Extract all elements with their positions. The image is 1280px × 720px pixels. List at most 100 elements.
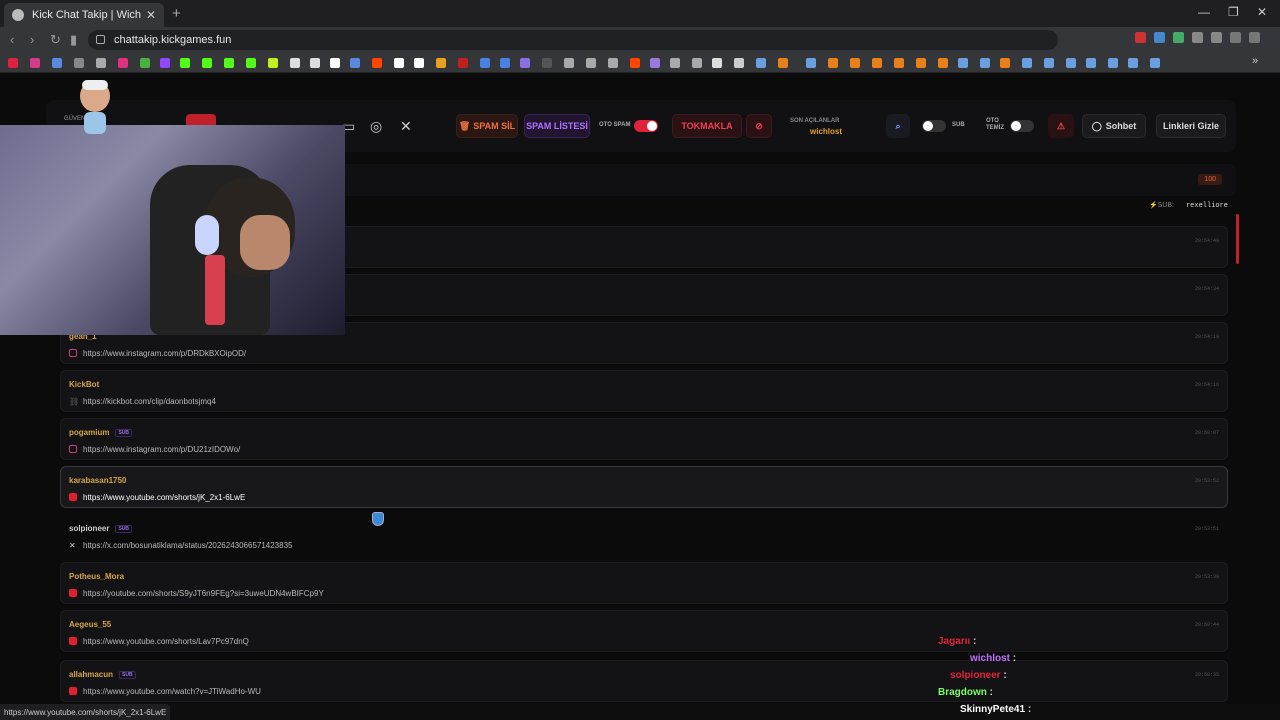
linkleri-gizle-button[interactable]: Linkleri Gizle [1156, 114, 1226, 138]
message-link[interactable]: https://x.com/bosunatiklama/status/20262… [83, 541, 292, 550]
bookmark-icon[interactable] [564, 58, 574, 68]
forward-icon[interactable]: › [30, 32, 34, 47]
bookmark-icon[interactable] [712, 58, 722, 68]
ublock-icon[interactable] [1135, 32, 1146, 43]
bookmark-icon[interactable] [160, 58, 170, 68]
message-link[interactable]: https://youtube.com/shorts/S9yJT6n9FEg?s… [83, 589, 324, 598]
bookmark-icon[interactable] [480, 58, 490, 68]
bookmark-icon[interactable] [828, 58, 838, 68]
bookmark-icon[interactable] [436, 58, 446, 68]
steam-icon[interactable] [980, 58, 990, 68]
message-username[interactable]: solpioneer SUB [69, 524, 133, 533]
steam-icon[interactable] [1086, 58, 1096, 68]
steam-icon[interactable] [1022, 58, 1032, 68]
message-username[interactable]: Aegeus_55 [69, 620, 111, 629]
scrollbar-thumb[interactable] [1236, 214, 1239, 264]
warning-icon[interactable]: ⚠ [1048, 114, 1074, 138]
list-item[interactable]: pogamium SUB https://www.instagram.com/p/… [60, 418, 1228, 460]
steam-icon[interactable] [1066, 58, 1076, 68]
message-link[interactable]: https://www.youtube.com/watch?v=JTiWadHo… [83, 687, 261, 696]
site-info-icon[interactable] [96, 35, 105, 44]
extension-icon[interactable] [1173, 32, 1184, 43]
bookmark-icon[interactable] [246, 58, 256, 68]
bookmark-icon[interactable] [872, 58, 882, 68]
x-icon[interactable] [330, 58, 340, 68]
sohbet-button[interactable]: ◯ Sohbet [1082, 114, 1146, 138]
back-icon[interactable]: ‹ [10, 32, 14, 47]
message-link[interactable]: https://www.youtube.com/shorts/jK_2x1-6L… [83, 493, 245, 502]
spam-sil-button[interactable]: 🗑 SPAM SİL [456, 114, 518, 138]
url-input[interactable]: chattakip.kickgames.fun [88, 30, 1058, 50]
bookmark-icon[interactable] [224, 58, 234, 68]
folder-icon[interactable] [734, 58, 744, 68]
bookmark-icon[interactable] [1000, 58, 1010, 68]
steam-icon[interactable] [1128, 58, 1138, 68]
close-window-button[interactable]: ✕ [1257, 5, 1267, 19]
list-item[interactable]: KickBot ⛓ https://kickbot.com/clip/daonb… [60, 370, 1228, 412]
puzzle-icon[interactable] [1211, 32, 1222, 43]
bookmark-icon[interactable] [52, 58, 62, 68]
message-username[interactable]: pogamium SUB [69, 428, 133, 437]
bookmark-icon[interactable] [586, 58, 596, 68]
instagram-icon[interactable]: ◎ [370, 118, 382, 135]
reddit-icon[interactable] [372, 58, 382, 68]
bookmark-icon[interactable] [8, 58, 18, 68]
bookmark-icon[interactable] [650, 58, 660, 68]
bookmark-icon[interactable] [938, 58, 948, 68]
list-item[interactable]: Aegeus_55 https://www.youtube.com/shorts… [60, 610, 1228, 652]
steam-icon[interactable] [756, 58, 766, 68]
bookmark-icon[interactable] [118, 58, 128, 68]
extension-icon[interactable] [1154, 32, 1165, 43]
bookmark-icon[interactable] [350, 58, 360, 68]
bookmark-icon[interactable] [30, 58, 40, 68]
steam-icon[interactable] [1108, 58, 1118, 68]
bookmark-icon[interactable] [630, 58, 640, 68]
bookmark-icon[interactable] [850, 58, 860, 68]
sub-toggle[interactable] [922, 120, 946, 132]
message-username[interactable]: karabasan1750 [69, 476, 126, 485]
bookmark-icon[interactable] [202, 58, 212, 68]
reload-icon[interactable]: ↻ [50, 32, 61, 48]
bookmark-icon[interactable] [894, 58, 904, 68]
bookmark-icon[interactable] [140, 58, 150, 68]
search-icon[interactable]: ⌕ [886, 114, 910, 138]
ban-icon[interactable]: ⊘ [746, 114, 772, 138]
steam-icon[interactable] [806, 58, 816, 68]
steam-icon[interactable] [958, 58, 968, 68]
bookmark-icon[interactable] [692, 58, 702, 68]
spam-listesi-button[interactable]: SPAM LİSTESİ [524, 114, 590, 138]
message-username[interactable]: Potheus_Mora [69, 572, 124, 581]
bookmark-icon[interactable] [310, 58, 320, 68]
bookmark-icon[interactable] [608, 58, 618, 68]
oto-temiz-toggle[interactable] [1010, 120, 1034, 132]
bookmark-icon[interactable] [290, 58, 300, 68]
maximize-button[interactable]: ❐ [1228, 5, 1239, 19]
browser-tab[interactable]: Kick Chat Takip | Wich ✕ [4, 3, 164, 27]
bookmark-icon[interactable] [670, 58, 680, 68]
bookmark-icon[interactable] [916, 58, 926, 68]
bookmark-icon[interactable] [778, 58, 788, 68]
oto-spam-toggle[interactable] [634, 120, 658, 132]
tab-close-icon[interactable]: ✕ [146, 8, 156, 22]
bookmark-icon[interactable] [394, 58, 404, 68]
steam-icon[interactable] [1150, 58, 1160, 68]
bookmark-icon[interactable] [542, 58, 552, 68]
bookmark-icon[interactable]: ▮ [70, 32, 77, 48]
list-item[interactable]: karabasan1750 https://www.youtube.com/sh… [60, 466, 1228, 508]
extension-icon[interactable] [1192, 32, 1203, 43]
bookmark-icon[interactable] [500, 58, 510, 68]
message-link[interactable]: https://www.instagram.com/p/DU21zIDOWo/ [83, 445, 240, 454]
message-link[interactable]: https://www.instagram.com/p/DRDkBXOipOD/ [83, 349, 246, 358]
bookmark-icon[interactable] [458, 58, 468, 68]
bookmark-icon[interactable] [414, 58, 424, 68]
list-item[interactable]: Potheus_Mora https://youtube.com/shorts/… [60, 562, 1228, 604]
steam-icon[interactable] [1044, 58, 1054, 68]
list-item[interactable]: allahmacun SUB https://www.youtube.com/wa… [60, 660, 1228, 702]
message-username[interactable]: allahmacun SUB [69, 670, 136, 679]
message-link[interactable]: https://kickbot.com/clip/daonbotsjmq4 [83, 397, 216, 406]
bookmark-icon[interactable] [74, 58, 84, 68]
new-tab-button[interactable]: + [172, 5, 181, 22]
bookmark-icon[interactable] [180, 58, 190, 68]
list-item[interactable]: solpioneer SUB ✕ https://x.com/bosunatikl… [60, 514, 1228, 556]
message-link[interactable]: https://www.youtube.com/shorts/Lav7Pc97d… [83, 637, 249, 646]
